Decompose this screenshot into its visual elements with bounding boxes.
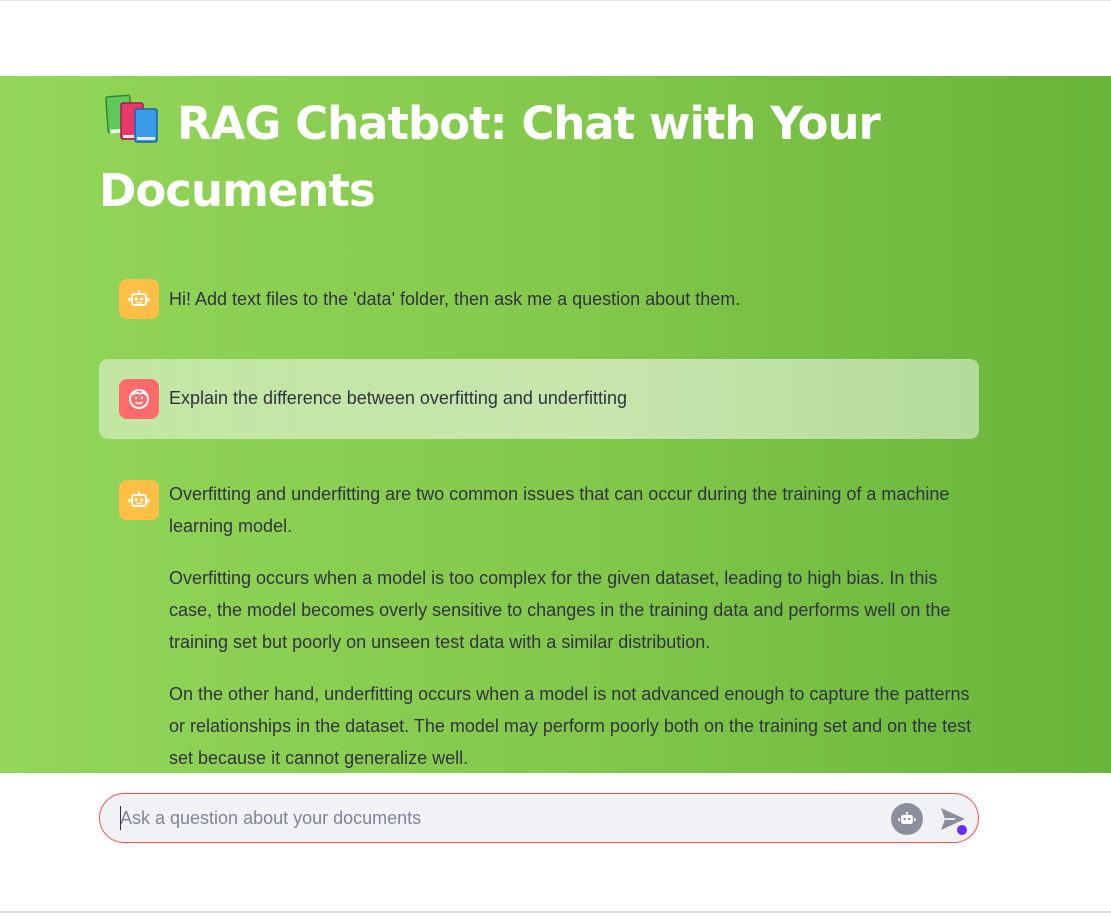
chat-input[interactable] bbox=[120, 794, 880, 842]
smiley-face-icon bbox=[129, 389, 149, 409]
robot-icon bbox=[898, 811, 916, 824]
robot-icon bbox=[128, 290, 150, 306]
page-title: RAG Chatbot: Chat with Your Documents bbox=[99, 90, 959, 224]
robot-icon bbox=[128, 491, 150, 507]
chat-main-area[interactable]: RAG Chatbot: Chat with Your Documents Hi… bbox=[0, 76, 1111, 773]
message-content: Hi! Add text files to the 'data' folder,… bbox=[169, 283, 974, 335]
app-window: RAG Chatbot: Chat with Your Documents Hi… bbox=[0, 0, 1111, 916]
chat-message-user: Explain the difference between overfitti… bbox=[99, 359, 979, 439]
page-title-text: RAG Chatbot: Chat with Your Documents bbox=[99, 97, 881, 217]
message-content: Overfitting and underfitting are two com… bbox=[169, 478, 974, 773]
chat-message-assistant: Overfitting and underfitting are two com… bbox=[99, 462, 979, 773]
message-paragraph: Overfitting occurs when a model is too c… bbox=[169, 568, 951, 652]
bottom-divider bbox=[0, 911, 1111, 913]
assistant-avatar bbox=[119, 279, 159, 319]
message-paragraph: On the other hand, underfitting occurs w… bbox=[169, 684, 972, 768]
text-caret bbox=[120, 806, 121, 830]
user-avatar bbox=[119, 379, 159, 419]
chat-input-bar[interactable] bbox=[99, 793, 979, 843]
message-paragraph: Hi! Add text files to the 'data' folder,… bbox=[169, 289, 741, 309]
message-paragraph: Explain the difference between overfitti… bbox=[169, 388, 627, 408]
status-dot bbox=[957, 825, 967, 835]
assistant-avatar bbox=[119, 480, 159, 520]
top-divider bbox=[0, 0, 1111, 1]
message-paragraph: Overfitting and underfitting are two com… bbox=[169, 484, 950, 536]
message-content: Explain the difference between overfitti… bbox=[169, 382, 974, 434]
books-icon bbox=[99, 93, 161, 143]
chat-message-assistant: Hi! Add text files to the 'data' folder,… bbox=[99, 262, 979, 334]
bot-button[interactable] bbox=[891, 803, 923, 835]
